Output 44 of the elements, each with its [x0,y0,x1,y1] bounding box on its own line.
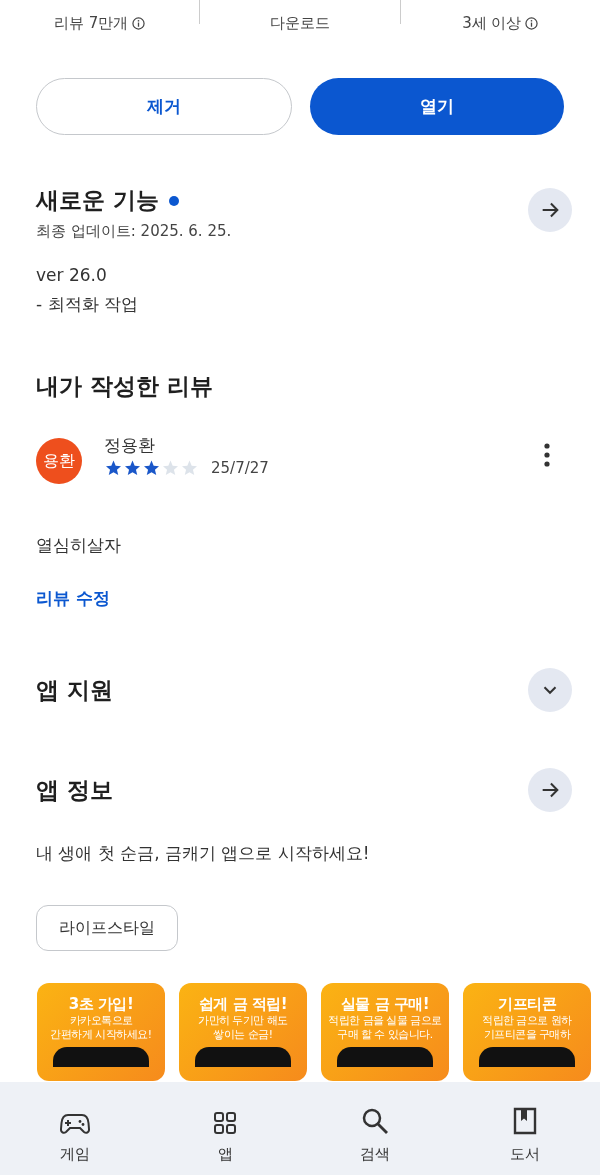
screenshot-caption: 적립한 금으로 원하 [482,1014,572,1028]
release-note: ver 26.0 [36,265,108,285]
uninstall-button[interactable]: 제거 [36,78,292,135]
nav-item[interactable]: 도서 [480,1098,570,1162]
screenshot-caption: 간편하게 시작하세요! [50,1027,152,1042]
edit-review-link[interactable]: 리뷰 수정 [36,587,110,610]
review-text: 열심히살자 [35,534,122,557]
review-date: 25/7/27 [211,458,269,477]
section-title: 앱 정보 [36,775,113,805]
apps-grid-icon [213,1111,237,1135]
reviewer-name: 정용환 [104,433,156,457]
screenshot-caption: 쌓이는 순금! [213,1027,273,1042]
book-icon [513,1107,537,1135]
screenshot-title: 기프티콘 [498,995,556,1014]
screenshot-caption: 가만히 두기만 해도 [198,1014,288,1028]
screenshot-caption: 적립한 금을 실물 금으로 [328,1014,442,1028]
section-title: 새로운 기능 [36,186,159,215]
stat-label: 3세 이상 [462,14,522,33]
search-icon [361,1107,389,1135]
section-title: 내가 작성한 리뷰 [35,372,214,401]
stat-label: 다운로드 [270,14,330,33]
nav-item[interactable]: 검색 [330,1098,420,1162]
screenshot-caption: 카카오톡으로 [69,1014,133,1028]
update-date: 최종 업데이트: 2025. 6. 25. [36,222,232,241]
category-chip[interactable]: 라이프스타일 [36,905,178,951]
info-icon[interactable] [132,17,146,30]
release-note: - 최적화 작업 [36,293,139,316]
screenshot-caption: 구매 할 수 있습니다. [337,1027,433,1042]
arrow-right-icon[interactable] [528,188,572,232]
screenshot-title: 실물 금 구매! [340,995,430,1014]
screenshot-title: 쉽게 금 적립! [198,995,288,1014]
screenshot-caption: 기프티콘을 구매하 [483,1027,571,1042]
stat-label: 리뷰 7만개 [54,14,129,33]
app-description: 내 생애 첫 순금, 금캐기 앱으로 시작하세요! [35,842,371,865]
gamepad-icon [60,1113,90,1135]
open-button[interactable]: 열기 [310,78,564,135]
info-icon[interactable] [525,17,539,30]
nav-item[interactable]: 앱 [180,1098,270,1162]
section-title: 앱 지원 [36,675,113,705]
screenshot-title: 3초 가입! [68,995,134,1014]
arrow-right-icon[interactable] [528,768,572,812]
nav-item[interactable]: 게임 [30,1098,120,1162]
avatar: 용환 [36,438,82,484]
more-icon[interactable] [544,443,550,467]
